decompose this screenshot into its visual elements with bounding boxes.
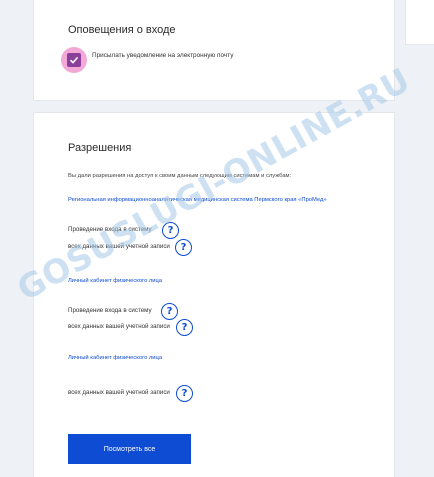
permission-item: всех данных вашей учетной записи (68, 243, 170, 250)
system-link-personal-cabinet[interactable]: Личный кабинет физического лица (68, 278, 162, 284)
permission-item: всех данных вашей учетной записи (68, 389, 170, 396)
permissions-intro: Вы дали разрешения на доступ к своим дан… (68, 173, 292, 179)
help-icon[interactable]: ? (176, 385, 193, 402)
permission-item: Проведение входа в систему (68, 226, 152, 233)
system-link-promed[interactable]: Региональная информационноаналитическая … (68, 197, 327, 203)
view-all-button[interactable]: Посмотреть все (68, 434, 191, 464)
checkmark-icon (67, 53, 81, 67)
side-panel-card (406, 0, 434, 44)
email-notification-label[interactable]: Присылать уведомление на электронную поч… (92, 52, 233, 59)
permission-item: всех данных вашей учетной записи (68, 323, 170, 330)
permissions-title: Разрешения (68, 142, 132, 154)
system-link-personal-cabinet[interactable]: Личный кабинет физического лица (68, 355, 162, 361)
permissions-card: Разрешения Вы дали разрешения на доступ … (34, 113, 394, 477)
login-notifications-card: Оповещения о входе Присылать уведомление… (34, 0, 394, 100)
notifications-title: Оповещения о входе (68, 24, 176, 36)
help-icon[interactable]: ? (175, 239, 192, 256)
help-icon[interactable]: ? (176, 319, 193, 336)
permission-item: Проведение входа в систему (68, 307, 152, 314)
email-notification-checkbox[interactable] (61, 47, 87, 73)
help-icon[interactable]: ? (161, 303, 178, 320)
help-icon[interactable]: ? (162, 222, 179, 239)
